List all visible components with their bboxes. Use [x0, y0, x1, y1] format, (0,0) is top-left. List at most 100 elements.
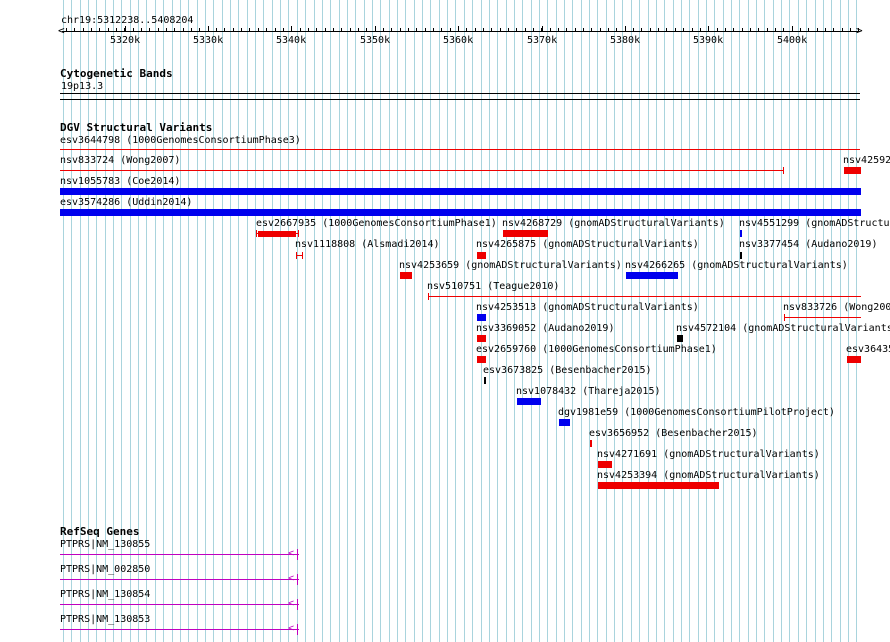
ruler-minor-tick	[133, 28, 134, 31]
gene-label[interactable]: PTPRS|NM_130853	[60, 614, 150, 625]
variant-feature[interactable]	[60, 209, 861, 216]
variant-label[interactable]: nsv4253513 (gnomADStructuralVariants)	[476, 302, 699, 313]
gene-label[interactable]: PTPRS|NM_130854	[60, 589, 150, 600]
variant-feature[interactable]	[598, 461, 612, 468]
grid-line	[840, 0, 841, 642]
variant-label[interactable]: nsv42592	[843, 155, 890, 166]
variant-label[interactable]: nsv4268729 (gnomADStructuralVariants)	[502, 218, 725, 229]
variant-label[interactable]: nsv4271691 (gnomADStructuralVariants)	[597, 449, 820, 460]
variant-label[interactable]: nsv3377454 (Audano2019)	[739, 239, 877, 250]
ruler-minor-tick	[216, 28, 217, 31]
variant-label[interactable]: esv3574286 (Uddin2014)	[60, 197, 192, 208]
grid-line	[848, 0, 849, 642]
variant-label[interactable]: nsv1055783 (Coe2014)	[60, 176, 180, 187]
grid-line	[522, 0, 523, 642]
gene-label[interactable]: PTPRS|NM_002850	[60, 564, 150, 575]
ruler-minor-tick	[224, 28, 225, 31]
grid-line	[606, 0, 607, 642]
gene-model[interactable]	[60, 604, 299, 605]
variant-label[interactable]: nsv3369052 (Audano2019)	[476, 323, 614, 334]
ruler-minor-tick	[525, 28, 526, 31]
variant-label[interactable]: nsv4265875 (gnomADStructuralVariants)	[476, 239, 699, 250]
cytoband-label: 19p13.3	[61, 81, 104, 92]
grid-line	[748, 0, 749, 642]
variant-feature[interactable]	[60, 188, 861, 195]
variant-label[interactable]: esv2667935 (1000GenomesConsortiumPhase1)	[256, 218, 497, 229]
grid-line	[322, 0, 323, 642]
variant-feature[interactable]	[477, 335, 486, 342]
variant-feature[interactable]	[844, 167, 861, 174]
variant-feature[interactable]	[626, 272, 678, 279]
grid-line	[389, 0, 390, 642]
variant-feature[interactable]	[517, 398, 541, 405]
variant-label[interactable]: dgv1981e59 (1000GenomesConsortiumPilotPr…	[558, 407, 835, 418]
variant-endcap	[428, 293, 429, 300]
grid-line	[305, 0, 306, 642]
gene-model[interactable]	[60, 629, 299, 630]
ruler-minor-tick	[391, 28, 392, 31]
variant-label[interactable]: esv3673825 (Besenbacher2015)	[483, 365, 652, 376]
variant-label[interactable]: nsv4572104 (gnomADStructuralVariants	[676, 323, 890, 334]
variant-feature[interactable]	[590, 440, 592, 447]
variant-label[interactable]: nsv4266265 (gnomADStructuralVariants)	[625, 260, 848, 271]
grid-line	[781, 0, 782, 642]
grid-line	[263, 0, 264, 642]
grid-line	[180, 0, 181, 642]
gene-model[interactable]	[60, 579, 299, 580]
ruler-minor-tick	[483, 28, 484, 31]
gene-model[interactable]	[60, 554, 299, 555]
variant-feature[interactable]	[484, 377, 486, 384]
variant-label[interactable]: nsv4253659 (gnomADStructuralVariants)	[399, 260, 622, 271]
grid-line	[622, 0, 623, 642]
gene-strand-arrow-icon: <	[288, 623, 295, 634]
grid-line	[405, 0, 406, 642]
grid-line	[230, 0, 231, 642]
variant-label[interactable]: nsv4551299 (gnomADStructu	[739, 218, 890, 229]
variant-feature[interactable]	[847, 356, 861, 363]
variant-label[interactable]: nsv833724 (Wong2007)	[60, 155, 180, 166]
ruler-minor-tick	[833, 28, 834, 31]
variant-feature[interactable]	[503, 230, 548, 237]
ruler-minor-tick	[858, 28, 859, 31]
variant-label[interactable]: nsv4253394 (gnomADStructuralVariants)	[597, 470, 820, 481]
variant-feature[interactable]	[477, 356, 486, 363]
variant-label[interactable]: esv36435	[846, 344, 890, 355]
ruler-minor-tick	[466, 28, 467, 31]
grid-line	[656, 0, 657, 642]
variant-feature[interactable]	[740, 230, 742, 237]
variant-feature[interactable]	[784, 317, 861, 318]
variant-label[interactable]: nsv1078432 (Thareja2015)	[516, 386, 661, 397]
variant-feature[interactable]	[477, 252, 486, 259]
variant-feature[interactable]	[598, 482, 719, 489]
variant-feature[interactable]	[740, 252, 742, 259]
grid-line	[414, 0, 415, 642]
variant-feature[interactable]	[477, 314, 486, 321]
variant-feature[interactable]	[258, 231, 296, 237]
variant-label[interactable]: esv2659760 (1000GenomesConsortiumPhase1)	[476, 344, 717, 355]
grid-line	[364, 0, 365, 642]
ruler-major-tick	[125, 26, 126, 31]
gene-strand-arrow-icon: <	[288, 573, 295, 584]
variant-feature[interactable]	[60, 149, 860, 150]
genome-browser-panel[interactable]: chr19:5312238..5408204 < > 5320k 5330k 534…	[0, 0, 890, 642]
variant-label[interactable]: nsv510751 (Teague2010)	[427, 281, 559, 292]
gene-strand-arrow-icon: <	[288, 548, 295, 559]
variant-feature[interactable]	[677, 335, 683, 342]
ruler-minor-tick	[241, 28, 242, 31]
variant-label[interactable]: esv3656952 (Besenbacher2015)	[589, 428, 758, 439]
ruler-minor-tick	[808, 28, 809, 31]
variant-feature[interactable]	[60, 170, 784, 171]
grid-line	[172, 0, 173, 642]
gene-label[interactable]: PTPRS|NM_130855	[60, 539, 150, 550]
ruler-minor-tick	[191, 28, 192, 31]
variant-feature[interactable]	[400, 272, 412, 279]
variant-label[interactable]: esv3644798 (1000GenomesConsortiumPhase3)	[60, 135, 301, 146]
variant-feature[interactable]	[559, 419, 570, 426]
variant-label[interactable]: nsv833726 (Wong200	[783, 302, 890, 313]
ruler-minor-tick	[541, 28, 542, 31]
variant-endcap	[302, 252, 303, 259]
variant-label[interactable]: nsv1118808 (Alsmadi2014)	[295, 239, 440, 250]
grid-line	[614, 0, 615, 642]
variant-feature[interactable]	[428, 296, 861, 297]
ruler-minor-tick	[99, 28, 100, 31]
